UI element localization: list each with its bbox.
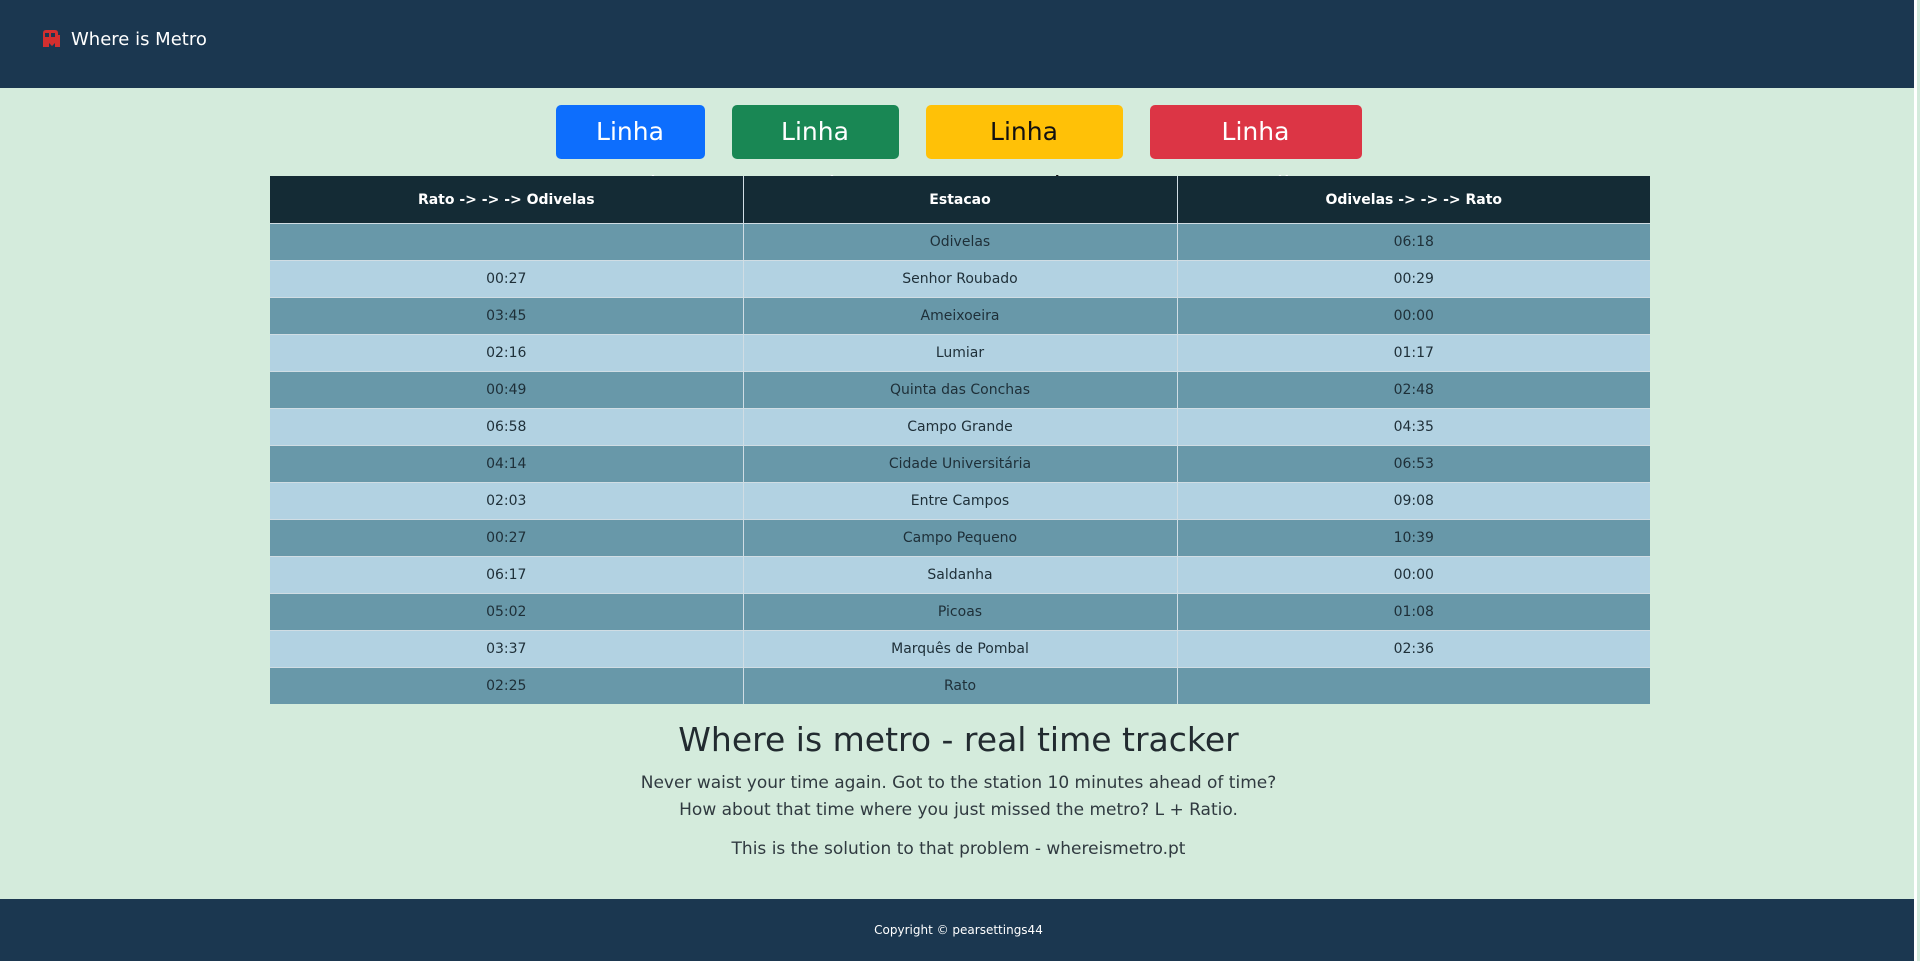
scrollbar[interactable] bbox=[1914, 0, 1917, 961]
hero-subtext: This is the solution to that problem - w… bbox=[731, 839, 1186, 859]
table-row: 02:16 Lumiar 01:17 bbox=[270, 334, 1650, 372]
hero-lead: Never waist your time again. Got to the … bbox=[640, 773, 1277, 820]
time-to-rato bbox=[1177, 667, 1650, 704]
line-selector: Linha Azul Linha Verde Linha Amarela Lin… bbox=[0, 105, 1917, 200]
hero-title: Where is metro - real time tracker bbox=[678, 720, 1239, 759]
time-to-rato: 01:08 bbox=[1177, 593, 1650, 631]
schedule-table-container: Rato -> -> -> Odivelas Estacao Odivelas … bbox=[270, 176, 1650, 704]
time-to-odivelas: 00:27 bbox=[270, 519, 744, 557]
table-row: 03:45 Ameixoeira 00:00 bbox=[270, 297, 1650, 335]
station-name: Picoas bbox=[743, 593, 1178, 631]
station-name: Senhor Roubado bbox=[743, 260, 1178, 298]
time-to-rato: 02:36 bbox=[1177, 630, 1650, 668]
time-to-odivelas: 05:02 bbox=[270, 593, 744, 631]
time-to-odivelas: 03:45 bbox=[270, 297, 744, 335]
column-header-station: Estacao bbox=[743, 176, 1178, 224]
navbar: Where is Metro bbox=[0, 0, 1917, 88]
station-name: Odivelas bbox=[743, 223, 1178, 261]
table-row: 02:03 Entre Campos 09:08 bbox=[270, 482, 1650, 520]
time-to-rato: 04:35 bbox=[1177, 408, 1650, 446]
time-to-rato: 01:17 bbox=[1177, 334, 1650, 372]
station-name: Saldanha bbox=[743, 556, 1178, 594]
table-row: 00:49 Quinta das Conchas 02:48 bbox=[270, 371, 1650, 409]
time-to-odivelas: 04:14 bbox=[270, 445, 744, 483]
table-row: 03:37 Marquês de Pombal 02:36 bbox=[270, 630, 1650, 668]
column-header-to-odivelas: Rato -> -> -> Odivelas bbox=[270, 176, 744, 224]
brand-link[interactable]: Where is Metro bbox=[42, 29, 207, 50]
station-name: Campo Pequeno bbox=[743, 519, 1178, 557]
time-to-odivelas: 00:49 bbox=[270, 371, 744, 409]
table-row: 00:27 Campo Pequeno 10:39 bbox=[270, 519, 1650, 557]
page: Where is Metro Linha Azul Linha Verde Li… bbox=[0, 0, 1917, 961]
table-header-row: Rato -> -> -> Odivelas Estacao Odivelas … bbox=[270, 176, 1650, 224]
table-row: 00:27 Senhor Roubado 00:29 bbox=[270, 260, 1650, 298]
time-to-odivelas bbox=[270, 223, 744, 261]
table-row: 02:25 Rato bbox=[270, 667, 1650, 704]
time-to-rato: 00:00 bbox=[1177, 556, 1650, 594]
station-name: Ameixoeira bbox=[743, 297, 1178, 335]
time-to-odivelas: 02:25 bbox=[270, 667, 744, 704]
time-to-odivelas: 02:16 bbox=[270, 334, 744, 372]
table-row: 06:58 Campo Grande 04:35 bbox=[270, 408, 1650, 446]
station-name: Quinta das Conchas bbox=[743, 371, 1178, 409]
station-name: Campo Grande bbox=[743, 408, 1178, 446]
hero-section: Where is metro - real time tracker Never… bbox=[0, 720, 1917, 863]
station-name: Lumiar bbox=[743, 334, 1178, 372]
time-to-odivelas: 06:17 bbox=[270, 556, 744, 594]
metro-train-icon bbox=[42, 29, 61, 50]
linha-verde-button[interactable]: Linha Verde bbox=[731, 105, 899, 200]
time-to-rato: 06:53 bbox=[1177, 445, 1650, 483]
station-name: Marquês de Pombal bbox=[743, 630, 1178, 668]
time-to-odivelas: 06:58 bbox=[270, 408, 744, 446]
brand-label: Where is Metro bbox=[71, 29, 207, 50]
time-to-odivelas: 00:27 bbox=[270, 260, 744, 298]
time-to-rato: 02:48 bbox=[1177, 371, 1650, 409]
table-row: 04:14 Cidade Universitária 06:53 bbox=[270, 445, 1650, 483]
station-name: Entre Campos bbox=[743, 482, 1178, 520]
footer-copyright: Copyright © pearsettings44 bbox=[874, 923, 1043, 937]
linha-azul-button[interactable]: Linha Azul bbox=[555, 105, 705, 200]
table-row: 05:02 Picoas 01:08 bbox=[270, 593, 1650, 631]
time-to-rato: 00:29 bbox=[1177, 260, 1650, 298]
table-row: Odivelas 06:18 bbox=[270, 223, 1650, 261]
column-header-to-rato: Odivelas -> -> -> Rato bbox=[1177, 176, 1650, 224]
footer: Copyright © pearsettings44 bbox=[0, 899, 1917, 961]
linha-vermelha-button[interactable]: Linha Vermelha bbox=[1149, 105, 1362, 200]
time-to-rato: 10:39 bbox=[1177, 519, 1650, 557]
table-row: 06:17 Saldanha 00:00 bbox=[270, 556, 1650, 594]
time-to-rato: 00:00 bbox=[1177, 297, 1650, 335]
time-to-rato: 09:08 bbox=[1177, 482, 1650, 520]
schedule-table: Rato -> -> -> Odivelas Estacao Odivelas … bbox=[270, 176, 1650, 704]
linha-amarela-button[interactable]: Linha Amarela bbox=[925, 105, 1123, 200]
station-name: Rato bbox=[743, 667, 1178, 704]
time-to-odivelas: 02:03 bbox=[270, 482, 744, 520]
time-to-rato: 06:18 bbox=[1177, 223, 1650, 261]
station-name: Cidade Universitária bbox=[743, 445, 1178, 483]
time-to-odivelas: 03:37 bbox=[270, 630, 744, 668]
